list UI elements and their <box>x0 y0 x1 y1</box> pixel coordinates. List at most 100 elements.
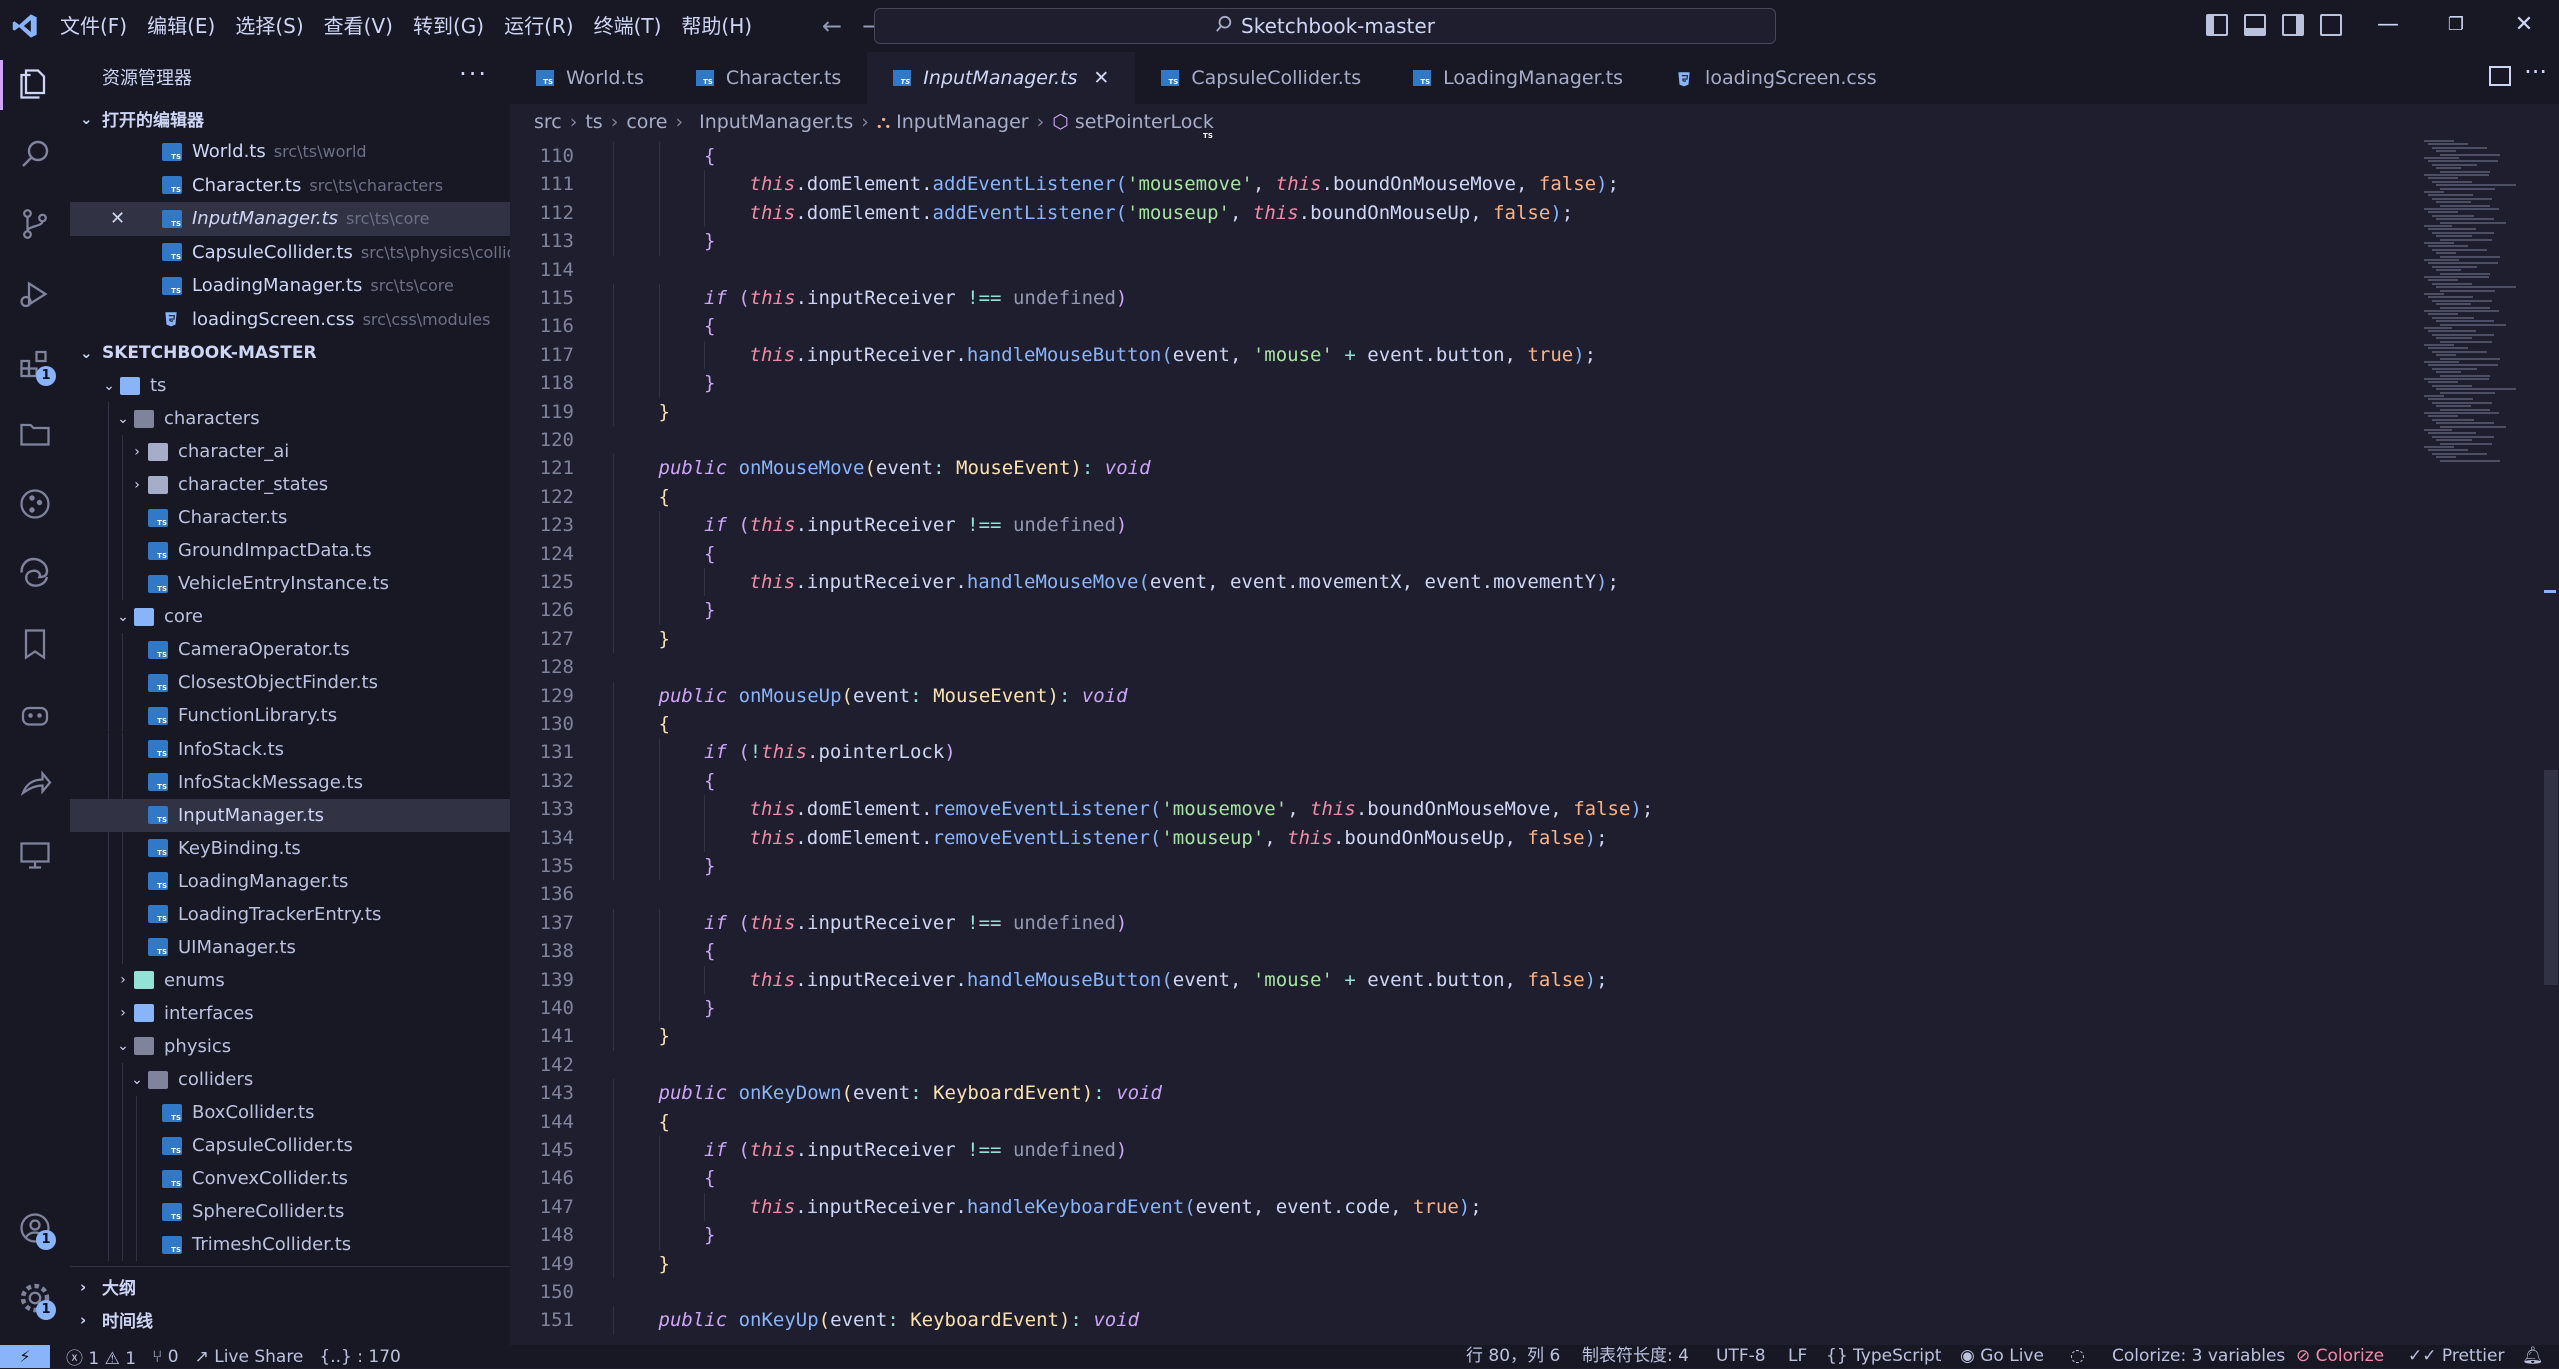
folder-icon[interactable] <box>0 404 70 464</box>
live-share-status[interactable]: ↗ Live Share <box>195 1347 304 1367</box>
file-tree-item[interactable]: LoadingManager.ts <box>70 864 510 898</box>
bookmark-icon[interactable] <box>0 614 70 674</box>
split-editor-icon[interactable] <box>2489 66 2511 86</box>
copilot-icon[interactable] <box>0 684 70 744</box>
go-live-button[interactable]: ◉ Go Live <box>1960 1345 2044 1368</box>
settings-gear-icon[interactable]: 1 <box>0 1268 70 1328</box>
tab-capsulecollider-ts[interactable]: CapsuleCollider.ts <box>1135 52 1387 104</box>
remote-explorer-icon[interactable] <box>0 824 70 884</box>
prettier-button[interactable]: ✓✓ Prettier <box>2408 1345 2504 1368</box>
folder-tree-item[interactable]: ⌄ ts <box>70 369 510 402</box>
ports-indicator[interactable]: ⑂ 0 <box>152 1347 178 1367</box>
toggle-secondary-sidebar-icon[interactable] <box>2282 14 2304 36</box>
menu-item[interactable]: 终端(T) <box>584 0 672 52</box>
back-arrow-icon[interactable]: ← <box>812 12 852 40</box>
tab-inputmanager-ts[interactable]: InputManager.ts ✕ <box>867 52 1136 104</box>
toggle-panel-icon[interactable] <box>2244 14 2266 36</box>
open-editor-item[interactable]: Character.ts src\ts\characters <box>70 169 510 203</box>
breadcrumb-item[interactable]: src <box>534 111 562 133</box>
customize-layout-icon[interactable] <box>2320 14 2342 36</box>
folder-tree-item[interactable]: ⌄ characters <box>70 402 510 436</box>
accounts-icon[interactable]: 1 <box>0 1198 70 1258</box>
run-debug-icon[interactable] <box>0 264 70 324</box>
close-window-icon[interactable]: ✕ <box>2504 10 2544 40</box>
minimap[interactable] <box>2424 140 2544 470</box>
close-tab-icon[interactable]: ✕ <box>1093 67 1109 89</box>
breadcrumb-item[interactable]: core <box>626 111 667 133</box>
menu-item[interactable]: 转到(G) <box>403 0 494 52</box>
explorer-icon[interactable] <box>0 54 70 114</box>
tab-character-ts[interactable]: Character.ts <box>670 52 867 104</box>
live-share-icon[interactable] <box>0 754 70 814</box>
end-of-line[interactable]: LF <box>1788 1345 1807 1368</box>
encoding[interactable]: UTF-8 <box>1716 1345 1766 1368</box>
file-tree-item[interactable]: GroundImpactData.ts <box>70 534 510 568</box>
folder-tree-item[interactable]: › character_states <box>70 468 510 502</box>
folder-tree-item[interactable]: › character_ai <box>70 435 510 469</box>
language-mode[interactable]: {} TypeScript <box>1826 1345 1941 1368</box>
file-tree-item[interactable]: CameraOperator.ts <box>70 633 510 667</box>
folder-tree-item[interactable]: › enums <box>70 963 510 997</box>
tab-size[interactable]: 制表符长度: 4 <box>1582 1345 1689 1368</box>
minimize-icon[interactable]: — <box>2368 10 2408 40</box>
folder-tree-item[interactable]: ⌄ core <box>70 600 510 634</box>
symbols-count[interactable]: {..} : 170 <box>319 1347 400 1367</box>
vertical-scrollbar[interactable] <box>2544 770 2558 985</box>
source-control-icon[interactable] <box>0 194 70 254</box>
search-icon[interactable] <box>0 124 70 184</box>
folder-tree-item[interactable]: ⌄ colliders <box>70 1062 510 1096</box>
file-tree-item[interactable]: InfoStack.ts <box>70 732 510 766</box>
file-tree-item[interactable]: Character.ts <box>70 501 510 535</box>
close-icon[interactable]: ✕ <box>110 208 125 229</box>
file-tree-item[interactable]: InputManager.ts <box>70 798 510 832</box>
notifications-bell-icon[interactable]: 🔔︎ <box>2522 1345 2544 1368</box>
breadcrumb-item[interactable]: InputManager.ts <box>699 111 853 133</box>
colorize-button[interactable]: ⊘ Colorize <box>2296 1345 2384 1368</box>
file-tree-item[interactable]: FunctionLibrary.ts <box>70 699 510 733</box>
extensions-icon[interactable]: 1 <box>0 334 70 394</box>
restore-icon[interactable]: ❐ <box>2436 10 2476 40</box>
tab-loadingscreen-css[interactable]: loadingScreen.css <box>1649 52 1903 104</box>
tab-loadingmanager-ts[interactable]: LoadingManager.ts <box>1387 52 1649 104</box>
open-editor-item[interactable]: LoadingManager.ts src\ts\core <box>70 269 510 303</box>
timeline-section[interactable]: › 时间线 <box>70 1303 510 1336</box>
file-tree-item[interactable]: CapsuleCollider.ts <box>70 1129 510 1163</box>
toggle-primary-sidebar-icon[interactable] <box>2206 14 2228 36</box>
file-tree-item[interactable]: InfoStackMessage.ts <box>70 765 510 799</box>
open-editor-item[interactable]: CapsuleCollider.ts src\ts\physics\collide… <box>70 236 510 270</box>
folder-tree-item[interactable]: ⌄ physics <box>70 1029 510 1063</box>
outline-section[interactable]: › 大纲 <box>70 1270 510 1303</box>
menu-item[interactable]: 编辑(E) <box>137 0 225 52</box>
folder-tree-item[interactable]: › interfaces <box>70 996 510 1030</box>
project-section[interactable]: ⌄ SKETCHBOOK-MASTER <box>70 336 510 369</box>
menu-item[interactable]: 帮助(H) <box>671 0 762 52</box>
open-editors-section[interactable]: ⌄ 打开的编辑器 <box>70 102 510 135</box>
tab-world-ts[interactable]: World.ts <box>510 52 670 104</box>
edge-icon[interactable] <box>0 544 70 604</box>
open-editor-item[interactable]: ✕ InputManager.ts src\ts\core <box>70 202 510 236</box>
more-actions-icon[interactable]: ··· <box>459 60 488 88</box>
file-tree-item[interactable]: ClosestObjectFinder.ts <box>70 666 510 700</box>
breadcrumb-item[interactable]: ts <box>585 111 602 133</box>
open-editor-item[interactable]: loadingScreen.css src\css\modules <box>70 303 510 337</box>
colorize-variables[interactable]: Colorize: 3 variables <box>2112 1345 2285 1368</box>
remote-indicator-icon[interactable]: ⚡ <box>0 1345 50 1368</box>
problems-indicator[interactable]: ⓧ 1 ⚠ 1 <box>66 1344 136 1369</box>
git-graph-icon[interactable] <box>0 474 70 534</box>
file-tree-item[interactable]: VehicleEntryInstance.ts <box>70 567 510 601</box>
menu-item[interactable]: 选择(S) <box>225 0 313 52</box>
file-tree-item[interactable]: UIManager.ts <box>70 930 510 964</box>
menu-item[interactable]: 查看(V) <box>314 0 403 52</box>
breadcrumb-item[interactable]: InputManager <box>896 111 1028 133</box>
cursor-position[interactable]: 行 80，列 6 <box>1466 1345 1560 1368</box>
open-editor-item[interactable]: World.ts src\ts\world <box>70 135 510 169</box>
file-tree-item[interactable]: SphereCollider.ts <box>70 1195 510 1229</box>
file-tree-item[interactable]: KeyBinding.ts <box>70 831 510 865</box>
breadcrumb-item[interactable]: setPointerLock <box>1075 111 1214 133</box>
command-center-search[interactable]: Sketchbook-master <box>874 8 1776 44</box>
menu-item[interactable]: 文件(F) <box>50 0 137 52</box>
file-tree-item[interactable]: TrimeshCollider.ts <box>70 1228 510 1262</box>
more-actions-icon[interactable]: ··· <box>2524 58 2547 86</box>
menu-item[interactable]: 运行(R) <box>494 0 584 52</box>
file-tree-item[interactable]: ConvexCollider.ts <box>70 1162 510 1196</box>
